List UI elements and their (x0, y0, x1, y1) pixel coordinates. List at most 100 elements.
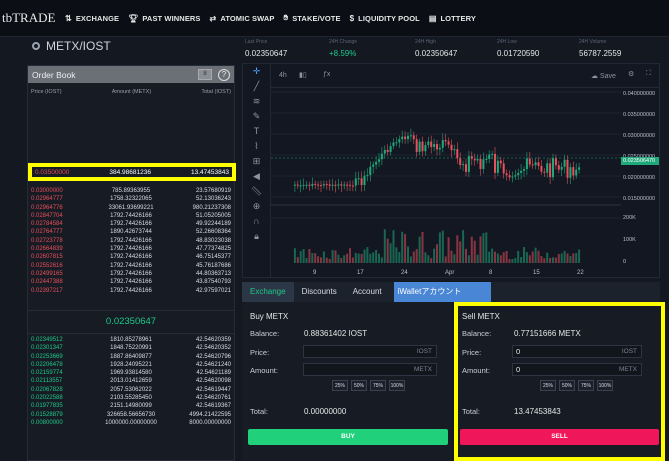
nav-exchange[interactable]: ⇅ EXCHANGE (65, 14, 119, 23)
price-cell: 0.02664839 (31, 246, 63, 253)
candle (322, 184, 325, 186)
zoom-icon[interactable]: ⊕ (243, 199, 270, 214)
crosshair-icon[interactable]: ✛ (243, 64, 270, 79)
sell-amount-input[interactable]: 0 METX (512, 363, 642, 376)
order-row[interactable]: 0.00800000 1000000.00000000 8000.00000000 (28, 419, 234, 427)
pattern-icon[interactable]: ⌇ (243, 139, 270, 154)
order-row[interactable]: 0.02447388 1792.74426166 43.87540793 (28, 278, 234, 286)
pct-100-button[interactable]: 100% (389, 380, 405, 391)
order-row[interactable]: 0.02552616 1792.74426166 45.76187686 (28, 262, 234, 270)
ruler-icon[interactable]: 📏︎ (243, 184, 270, 199)
order-row[interactable]: 0.01977835 2151.14980099 42.54619367 (28, 402, 234, 410)
fib-icon[interactable]: ≋ (243, 94, 270, 109)
decimals-select[interactable]: 8 (198, 69, 212, 80)
order-row[interactable]: 0.02764777 1890.42673744 52.26608364 (28, 228, 234, 236)
candle-type-icon[interactable]: ▮▯ (299, 71, 307, 79)
fullscreen-icon[interactable]: ⛶ (646, 70, 651, 78)
pct-50-button[interactable]: 50% (559, 380, 575, 391)
order-row[interactable]: 0.03000000 785.89363955 23.57680919 (28, 187, 234, 195)
pct-75-button[interactable]: 75% (370, 380, 386, 391)
order-row[interactable]: 0.02664839 1792.74426166 47.77374825 (28, 245, 234, 253)
lock-icon[interactable]: 🔒︎ (243, 229, 270, 244)
order-row[interactable]: 0.02607815 1792.74426166 46.75145377 (28, 253, 234, 261)
nav-atomic-swap[interactable]: ⇄ ATOMIC SWAP (210, 14, 275, 23)
volume-bar (537, 250, 540, 263)
order-row[interactable]: 0.02301347 1848.75220991 42.54620352 (28, 344, 234, 352)
candle (485, 158, 488, 160)
order-row[interactable]: 0.02159774 1969.93814580 42.54621189 (28, 369, 234, 377)
pct-25-button[interactable]: 25% (540, 380, 556, 391)
candle (528, 158, 531, 165)
help-icon[interactable]: ? (218, 68, 230, 81)
save-button[interactable]: ☁ Save (591, 72, 616, 80)
total-cell: 8000.00000000 (189, 419, 232, 426)
order-row[interactable]: 0.02253669 1887.86409877 42.54620796 (28, 353, 234, 361)
interval-selector[interactable]: 4h (279, 72, 287, 79)
buy-button[interactable]: BUY (248, 429, 448, 445)
candle (354, 178, 357, 186)
sell-price-input[interactable]: 0 IOST (512, 345, 642, 358)
back-arrow-icon[interactable]: ◀ (243, 169, 270, 184)
highlighted-ask-row[interactable]: 0.03500000 384.98681236 13.47453843 (28, 163, 236, 181)
order-row[interactable]: 0.02349512 1810.85278961 42.54620359 (28, 336, 234, 344)
order-row[interactable]: 0.02964776 33061.93699221 980.21237308 (28, 204, 234, 212)
candle (546, 163, 549, 173)
candle (351, 185, 354, 187)
tab-exchange[interactable]: Exchange (242, 282, 294, 302)
settings-icon[interactable]: ⚙ (628, 70, 634, 78)
order-row[interactable]: 0.02784584 1792.74426166 49.92244189 (28, 220, 234, 228)
buy-price-input[interactable]: IOST (303, 345, 437, 358)
measure-icon[interactable]: ⊞ (243, 154, 270, 169)
trendline-icon[interactable]: ╱ (243, 79, 270, 94)
pct-100-button[interactable]: 100% (597, 380, 613, 391)
volume-bar (499, 255, 502, 263)
order-row[interactable]: 0.02022588 2103.55285450 42.54620761 (28, 394, 234, 402)
logo[interactable]: tbTRADE (2, 10, 56, 26)
y-tick-label: 0.040000000 (623, 91, 656, 97)
order-row[interactable]: 0.02113557 2013.01412659 42.54620098 (28, 377, 234, 385)
order-row[interactable]: 0.02499165 1792.74426166 44.80363713 (28, 270, 234, 278)
sell-total: 13.47453843 (514, 407, 561, 416)
order-row[interactable]: 0.01528879 326658.56656730 4994.21422595 (28, 411, 234, 419)
order-row[interactable]: 0.02397217 1792.74426166 42.97597021 (28, 287, 234, 295)
brush-icon[interactable]: ✎ (243, 109, 270, 124)
nav-liquidity-pool[interactable]: $ LIQUIDITY POOL (350, 14, 420, 23)
nav-lottery[interactable]: ▤ LOTTERY (429, 14, 476, 23)
nav-stake-vote[interactable]: ✋︎ STAKE/VOTE (284, 13, 341, 23)
nav-past-winners[interactable]: 🏆︎ PAST WINNERS (128, 14, 200, 23)
volume-bar (386, 238, 389, 263)
pct-25-button[interactable]: 25% (332, 380, 348, 391)
volume-bar (514, 257, 517, 263)
candle (531, 164, 534, 166)
candle (563, 159, 566, 167)
sell-button[interactable]: SELL (460, 429, 659, 445)
last-price-value: 0.02350647 (245, 49, 288, 58)
candle (343, 184, 346, 186)
candle (540, 165, 543, 172)
order-row[interactable]: 0.02206478 1928.24095221 42.54621240 (28, 361, 234, 369)
candle (380, 153, 383, 160)
volume-bar (462, 230, 465, 263)
volume-bar (340, 258, 343, 263)
sell-panel: Sell METX Balance: 0.77151666 METX Price… (454, 302, 665, 461)
candle (499, 160, 502, 164)
candle (320, 185, 322, 187)
pct-50-button[interactable]: 50% (351, 380, 367, 391)
order-row[interactable]: 0.02723778 1792.74426166 48.83023038 (28, 237, 234, 245)
candlestick-plot[interactable]: 9 17 24 Apr 8 15 22 (271, 88, 621, 277)
indicators-icon[interactable]: ƒx (323, 71, 330, 78)
save-label: Save (599, 73, 616, 80)
tab-account[interactable]: Account (345, 282, 390, 302)
candle (340, 184, 343, 186)
text-tool-icon[interactable]: T (243, 124, 270, 139)
magnet-icon[interactable]: ∩ (243, 214, 270, 229)
candle (331, 184, 334, 186)
order-row[interactable]: 0.02964777 1758.32322065 52.13036243 (28, 195, 234, 203)
pct-75-button[interactable]: 75% (578, 380, 594, 391)
order-row[interactable]: 0.02067828 2057.53062022 42.54619447 (28, 386, 234, 394)
price-cell: 0.02964776 (31, 204, 63, 211)
total-cell: 42.54620352 (195, 345, 232, 352)
buy-amount-input[interactable]: METX (303, 363, 437, 376)
tab-discounts[interactable]: Discounts (294, 282, 345, 302)
order-row[interactable]: 0.02847704 1792.74426166 51.05205005 (28, 212, 234, 220)
